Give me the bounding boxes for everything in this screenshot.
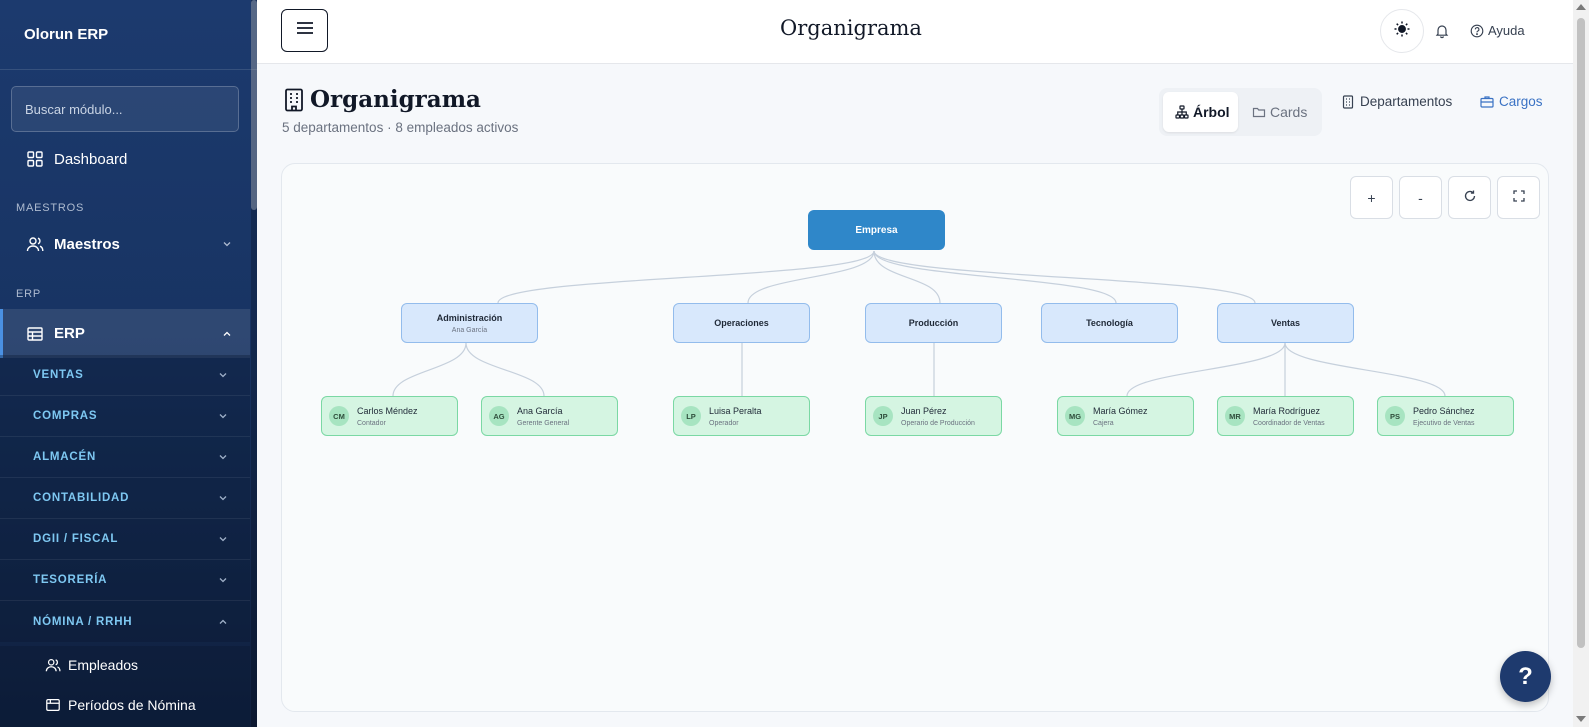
employee-role: Ejecutivo de Ventas <box>1413 419 1475 427</box>
page-scrollbar-thumb[interactable] <box>1577 18 1585 648</box>
org-node-department[interactable]: Ventas <box>1217 303 1354 343</box>
org-node-employee[interactable]: MR María Rodríguez Coordinador de Ventas <box>1217 396 1354 436</box>
employee-role: Operario de Producción <box>901 419 975 427</box>
employee-name: Juan Pérez <box>901 405 947 416</box>
avatar: PS <box>1385 406 1405 426</box>
department-name: Ventas <box>1270 318 1301 328</box>
department-head: Ana García <box>451 326 488 334</box>
avatar: AG <box>489 406 509 426</box>
org-connectors <box>392 250 1446 397</box>
scroll-up-arrow-icon[interactable] <box>1576 4 1586 10</box>
employee-role: Cajera <box>1093 419 1114 427</box>
org-node-department[interactable]: Producción <box>865 303 1002 343</box>
org-node-department[interactable]: Tecnología <box>1041 303 1178 343</box>
avatar: LP <box>681 406 701 426</box>
avatar: CM <box>329 406 349 426</box>
employee-name: María Rodríguez <box>1253 405 1321 416</box>
avatar: MR <box>1225 406 1245 426</box>
scroll-down-arrow-icon[interactable] <box>1576 716 1586 722</box>
employee-name: Luisa Peralta <box>709 405 762 416</box>
employee-role: Coordinador de Ventas <box>1253 419 1325 427</box>
org-node-employee[interactable]: MG María Gómez Cajera <box>1057 396 1194 436</box>
org-node-department[interactable]: Administración Ana García <box>401 303 538 343</box>
org-node-root-label: Empresa <box>855 224 898 236</box>
org-node-employee[interactable]: AG Ana García Gerente General <box>481 396 618 436</box>
org-node-employee[interactable]: PS Pedro Sánchez Ejecutivo de Ventas <box>1377 396 1514 436</box>
employee-name: María Gómez <box>1093 405 1148 416</box>
employee-name: Carlos Méndez <box>357 405 418 416</box>
org-node-employee[interactable]: LP Luisa Peralta Operador <box>673 396 810 436</box>
org-node-root[interactable]: Empresa <box>808 210 945 250</box>
department-name: Operaciones <box>714 318 769 328</box>
org-node-employee[interactable]: CM Carlos Méndez Contador <box>321 396 458 436</box>
org-node-employee[interactable]: JP Juan Pérez Operario de Producción <box>865 396 1002 436</box>
department-name: Tecnología <box>1086 318 1133 328</box>
employee-name: Ana García <box>517 405 563 416</box>
avatar: JP <box>873 406 893 426</box>
employee-role: Operador <box>709 419 739 427</box>
employee-name: Pedro Sánchez <box>1413 405 1475 416</box>
department-name: Administración <box>436 312 503 323</box>
employee-role: Contador <box>357 419 386 427</box>
employee-role: Gerente General <box>517 419 570 427</box>
org-node-department[interactable]: Operaciones <box>673 303 810 343</box>
department-name: Producción <box>908 318 959 328</box>
help-fab-button[interactable]: ? <box>1500 651 1551 702</box>
avatar: MG <box>1065 406 1085 426</box>
